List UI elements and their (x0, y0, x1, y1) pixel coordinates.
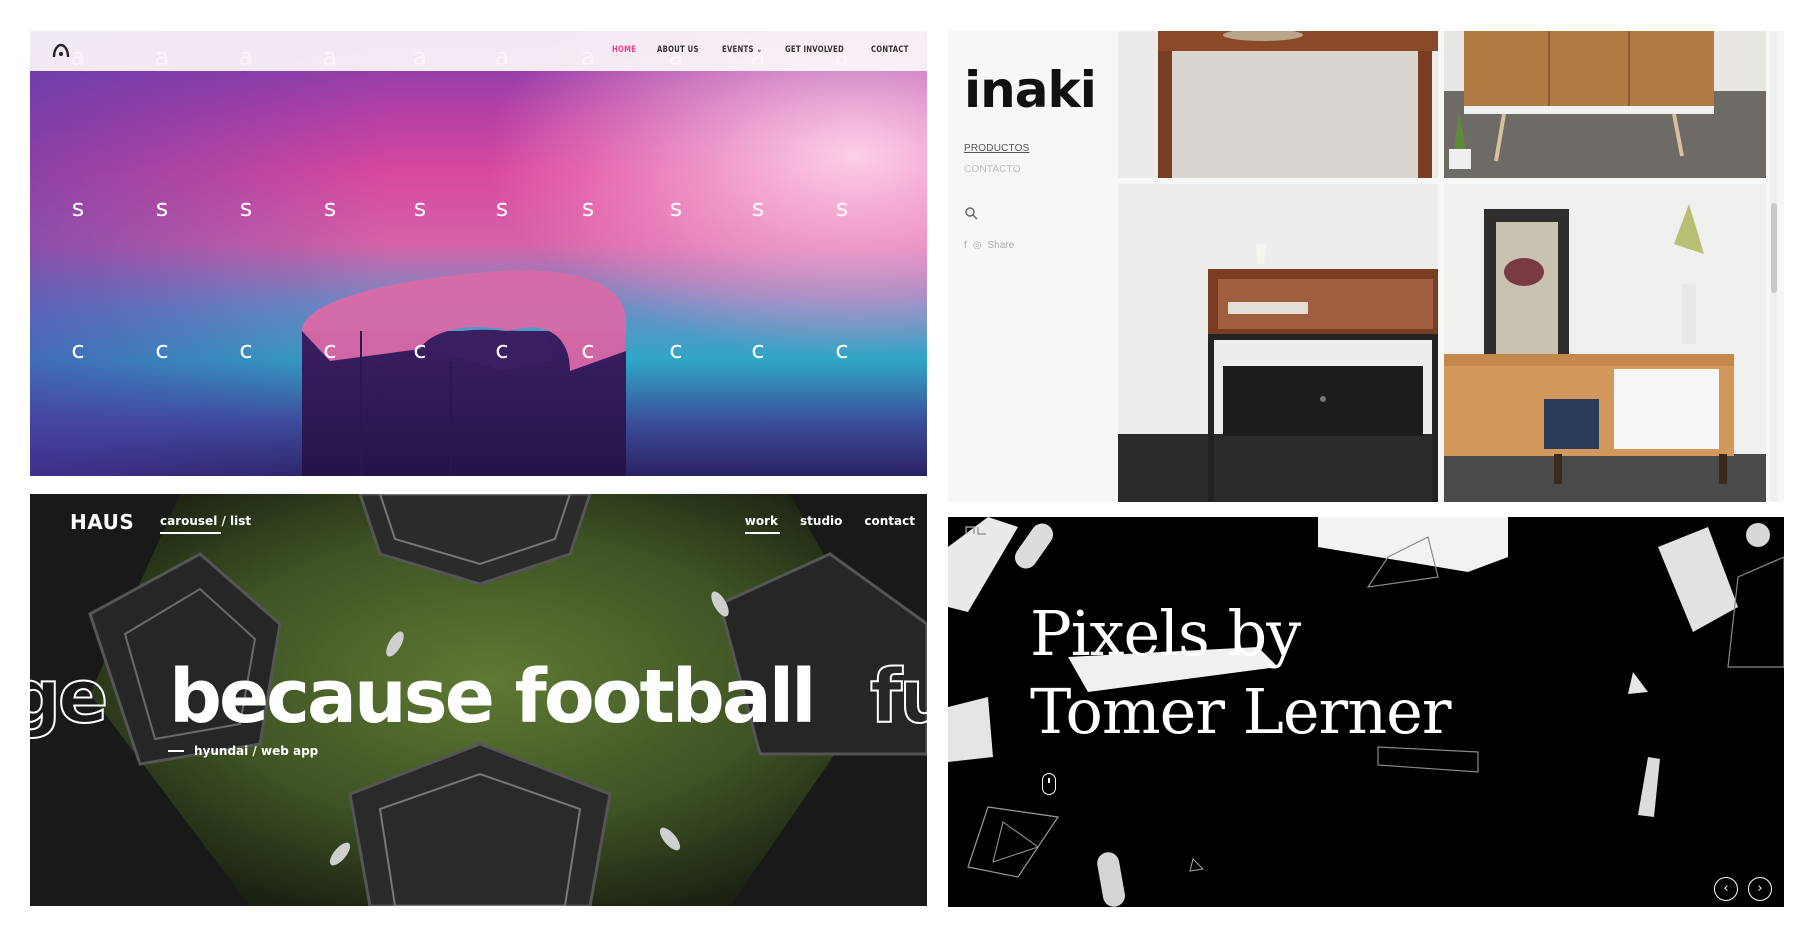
glyph: c (323, 336, 337, 364)
glyph-row-c: c c c c c c c c c c (30, 336, 927, 376)
project-subtitle: hyundai / web app (168, 744, 318, 758)
project-title[interactable]: because football (169, 654, 817, 740)
haus-nav: work studio contact (745, 514, 915, 528)
glyph: c (581, 336, 595, 364)
3d-letter-shape (302, 270, 626, 476)
dash-divider (168, 750, 184, 752)
chevron-left-icon[interactable]: ‹ (1714, 877, 1738, 901)
instagram-icon[interactable]: ◎ (973, 240, 982, 251)
search-icon[interactable] (964, 206, 978, 220)
glyph: c (239, 336, 253, 364)
hero-title: Pixels by Tomer Lerner (1030, 595, 1451, 751)
carousel-next-title[interactable]: fu (869, 653, 927, 741)
nav-productos[interactable]: PRODUCTOS (964, 143, 1030, 154)
project-subtitle-text: hyundai / web app (194, 744, 319, 758)
glyph: c (71, 336, 85, 364)
sideboard-image (1444, 31, 1766, 178)
brand-logo[interactable]: inaki (964, 61, 1097, 119)
view-toggle[interactable]: carousel / list (160, 514, 251, 528)
glyph: s (323, 194, 337, 222)
glyph: c (751, 336, 765, 364)
social-links: f ◎ Share (964, 240, 1014, 251)
nav-work-underline (745, 532, 780, 534)
nav-events-label: EVENTS (721, 45, 754, 55)
glyph: s (669, 194, 683, 222)
nav-contact[interactable]: contact (864, 514, 915, 528)
haus-logo[interactable]: HAUS (70, 510, 134, 534)
asc-navbar: HOME ABOUT US EVENTS ⌄ GET INVOLVED CONT… (30, 31, 927, 71)
glyph-row-s: s s s s s s s s s s (30, 194, 927, 234)
product-image-media-console[interactable] (1444, 184, 1766, 502)
hero-title-line-2: Tomer Lerner (1030, 675, 1451, 748)
site-logo-icon[interactable] (964, 525, 988, 535)
glyph: s (495, 194, 509, 222)
inaki-website-screenshot: inaki PRODUCTOS CONTACTO f ◎ Share (948, 31, 1784, 502)
mouse-scroll-icon (1042, 773, 1056, 795)
nav-events[interactable]: EVENTS ⌄ (722, 45, 762, 55)
scrollbar-thumb[interactable] (1771, 203, 1777, 293)
media-console-image (1444, 184, 1766, 502)
product-image-sideboard[interactable] (1444, 31, 1766, 178)
arch-logo-icon[interactable] (50, 40, 72, 62)
facebook-icon[interactable]: f (964, 240, 967, 251)
chevron-right-icon[interactable]: › (1748, 877, 1772, 901)
glyph: s (155, 194, 169, 222)
nav-about-us[interactable]: ABOUT US (657, 45, 699, 55)
glyph: s (71, 194, 85, 222)
product-image-nightstand[interactable] (1118, 184, 1438, 502)
glyph: s (413, 194, 427, 222)
chevron-down-icon: ⌄ (756, 45, 763, 55)
glyph: s (239, 194, 253, 222)
hero-title-line-1: Pixels by (1030, 597, 1301, 670)
glyph: s (751, 194, 765, 222)
console-table-image (1118, 31, 1438, 178)
asc-menu: HOME ABOUT US EVENTS ⌄ GET INVOLVED CONT… (612, 45, 915, 55)
nav-studio[interactable]: studio (800, 514, 842, 528)
carousel-prev-title[interactable]: ge (30, 653, 109, 741)
glyph: c (155, 336, 169, 364)
glyph: c (669, 336, 683, 364)
nav-contacto[interactable]: CONTACTO (964, 164, 1021, 175)
glyph: c (413, 336, 427, 364)
nav-work[interactable]: work (745, 514, 778, 528)
nav-contact[interactable]: CONTACT (871, 45, 909, 55)
asc-website-screenshot: a a a a a a a a a a HOME ABOUT US EVENTS… (30, 31, 927, 476)
haus-website-screenshot: HAUS carousel / list work studio contact… (30, 494, 927, 906)
product-image-console[interactable] (1118, 31, 1438, 178)
view-toggle-underline (160, 532, 221, 534)
pixels-website-screenshot: Pixels by Tomer Lerner ‹ › (948, 517, 1784, 907)
glyph: c (495, 336, 509, 364)
share-link[interactable]: Share (988, 240, 1015, 251)
glyph: s (581, 194, 595, 222)
nav-get-involved[interactable]: GET INVOLVED (785, 45, 844, 55)
nav-home[interactable]: HOME (612, 45, 636, 55)
glyph: c (835, 336, 849, 364)
nightstand-image (1118, 184, 1438, 502)
glyph: s (835, 194, 849, 222)
